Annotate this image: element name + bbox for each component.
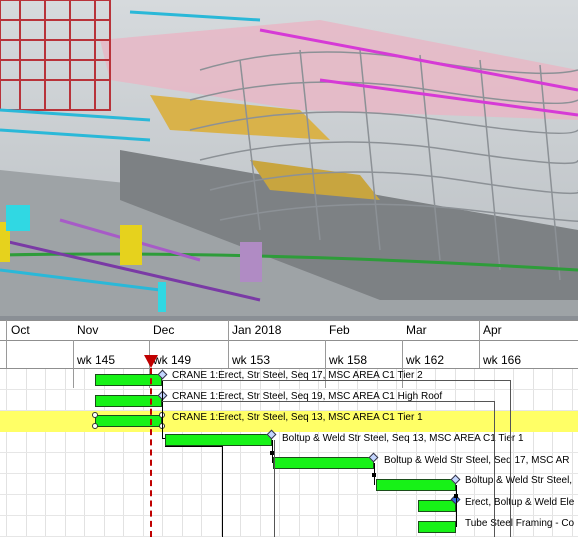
task-bar[interactable] [376, 479, 456, 491]
task-label: Boltup & Weld Str Steel, [465, 475, 573, 486]
dependency-line [510, 380, 511, 537]
grid-line [45, 369, 46, 537]
3d-model-viewport[interactable] [0, 0, 578, 318]
resize-handle-icon[interactable] [92, 423, 98, 429]
grid-line [533, 369, 534, 537]
task-bar[interactable] [273, 457, 374, 469]
link-node-icon [454, 494, 458, 498]
grid-line [552, 369, 553, 537]
month-label: Oct [11, 323, 30, 337]
header-border [0, 340, 578, 341]
task-bar[interactable] [165, 434, 272, 446]
dependency-line [162, 438, 165, 439]
dependency-line [456, 485, 457, 527]
header-border [0, 368, 578, 369]
grid-row-line [0, 515, 578, 516]
grid-line [572, 369, 573, 537]
task-label: Boltup & Weld Str Steel, Seq 17, MSC AR [384, 455, 570, 466]
month-label: Apr [483, 323, 502, 337]
month-label: Dec [153, 323, 175, 337]
header-border [0, 320, 578, 321]
current-date-line[interactable] [150, 368, 152, 537]
month-label: Jan 2018 [232, 323, 282, 337]
grid-line [26, 369, 27, 537]
dependency-line [162, 380, 510, 381]
resize-handle-icon[interactable] [92, 412, 98, 418]
dependency-line [274, 440, 275, 537]
task-label: Boltup & Weld Str Steel, Seq 13, MSC ARE… [282, 433, 524, 444]
week-label: wk 162 [406, 353, 445, 367]
week-label: wk 158 [329, 353, 368, 367]
grid-line [65, 369, 66, 537]
week-label: wk 166 [483, 353, 522, 367]
month-label: Nov [77, 323, 99, 337]
grid-row-line [0, 473, 578, 474]
task-label: Tube Steel Framing - Co [465, 518, 575, 529]
task-bar[interactable] [418, 521, 456, 533]
gantt-chart[interactable]: Oct Nov Dec Jan 2018 Feb Mar Apr wk 145 … [0, 320, 578, 537]
week-label: wk 145 [77, 353, 116, 367]
grid-line [84, 369, 85, 537]
month-label: Feb [329, 323, 350, 337]
month-divider [228, 320, 229, 368]
month-label: Mar [406, 323, 427, 337]
dependency-line [494, 401, 495, 537]
structural-model-render [0, 0, 578, 318]
task-label: CRANE 1:Erect, Str Steel, Seq 13, MSC AR… [172, 412, 423, 423]
dependency-line [162, 380, 163, 438]
task-label: Erect, Boltup & Weld Ele [465, 497, 575, 508]
grid-line [6, 369, 7, 537]
grid-line [474, 369, 475, 537]
month-divider [73, 340, 74, 388]
month-divider [6, 320, 7, 368]
dependency-line [162, 401, 494, 402]
link-node-icon [372, 473, 376, 477]
dependency-line [165, 446, 222, 447]
grid-row-line [0, 494, 578, 495]
grid-row-line [0, 389, 578, 390]
task-bar[interactable] [418, 500, 456, 512]
grid-line [513, 369, 514, 537]
week-label: wk 153 [232, 353, 271, 367]
month-divider [479, 320, 480, 368]
link-node-icon [270, 451, 274, 455]
current-date-marker-icon[interactable] [143, 353, 159, 369]
grid-row-line [0, 452, 578, 453]
dependency-line [222, 446, 223, 537]
